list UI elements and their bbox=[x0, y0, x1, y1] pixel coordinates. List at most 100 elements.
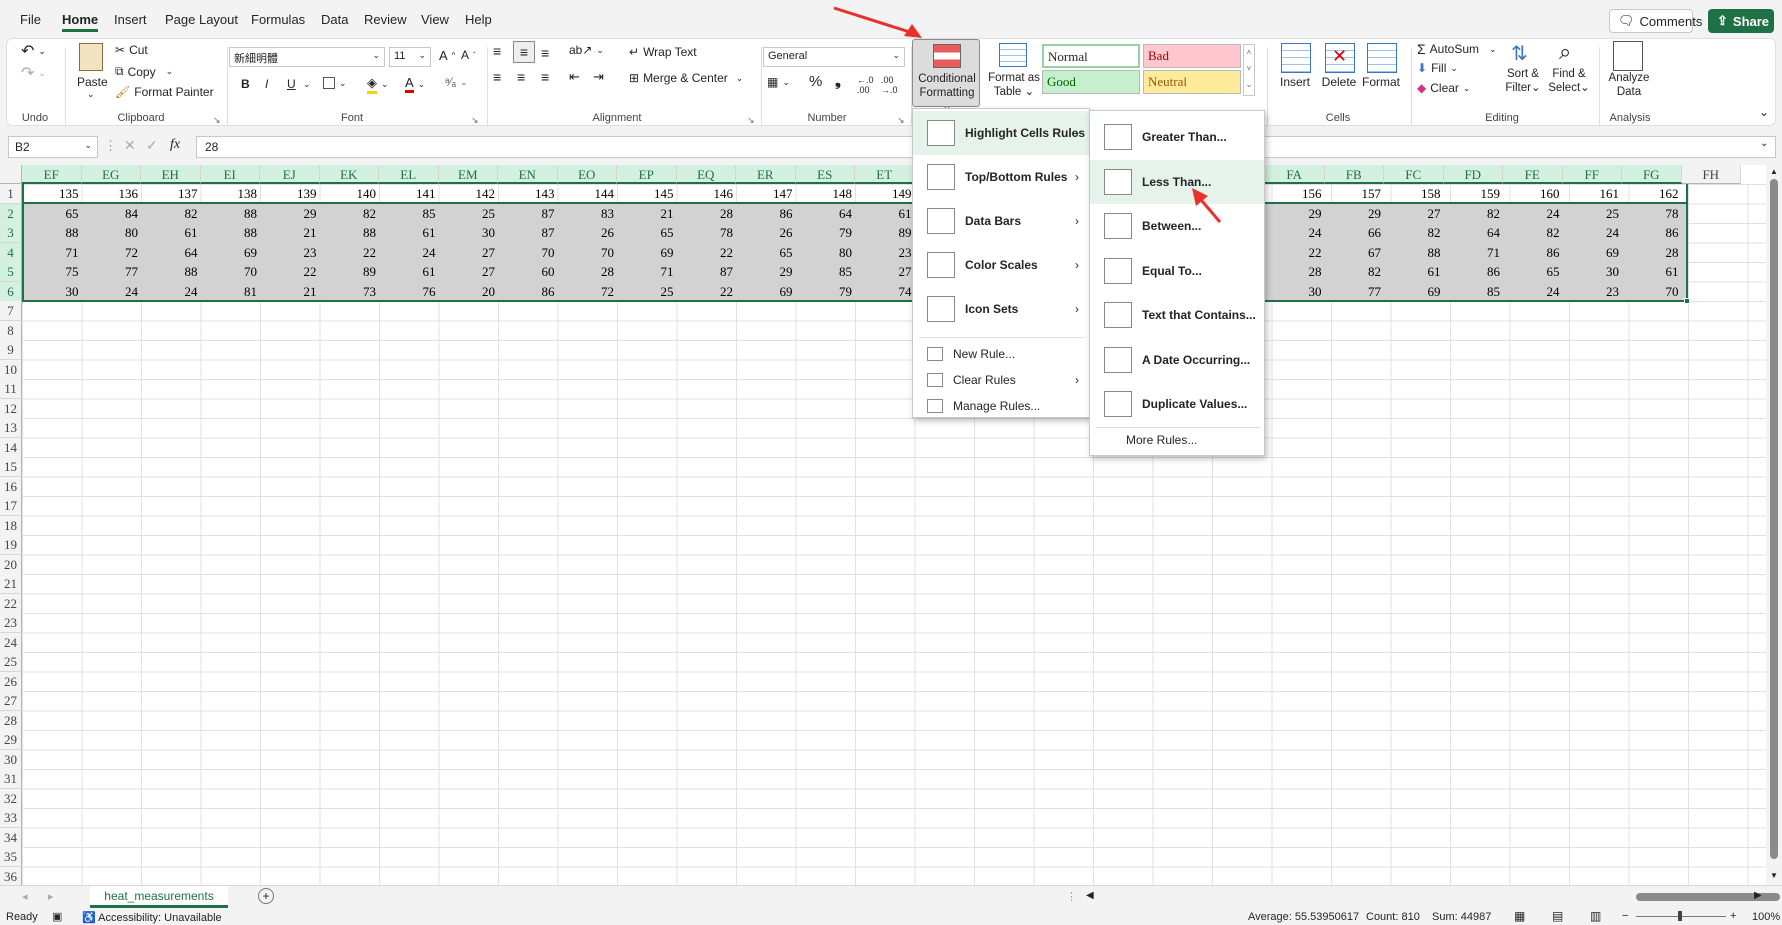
cell[interactable]: 88 bbox=[22, 223, 82, 242]
row-header[interactable]: 29 bbox=[0, 730, 22, 750]
cell[interactable]: 65 bbox=[1503, 262, 1563, 281]
more-options-icon[interactable]: ⋮ bbox=[104, 138, 117, 154]
cell[interactable]: 85 bbox=[1444, 282, 1504, 301]
cell[interactable]: 24 bbox=[1503, 282, 1563, 301]
decrease-font-icon[interactable]: Aˇ bbox=[461, 48, 476, 62]
cell[interactable]: 148 bbox=[796, 184, 856, 203]
row-header[interactable]: 14 bbox=[0, 437, 22, 458]
align-right-icon[interactable]: ≡ bbox=[541, 69, 549, 85]
column-header[interactable]: EN bbox=[498, 165, 558, 184]
hcr-menu-item[interactable]: A Date Occurring... bbox=[1090, 338, 1264, 382]
row-header[interactable]: 22 bbox=[0, 593, 22, 614]
cf-menu-small-item[interactable]: New Rule... bbox=[913, 341, 1089, 367]
cell[interactable]: 82 bbox=[1325, 262, 1385, 281]
copy-button[interactable]: ⧉ Copy ⌄ bbox=[115, 64, 173, 79]
cell[interactable]: 30 bbox=[22, 282, 82, 301]
row-header[interactable]: 16 bbox=[0, 476, 22, 497]
cell[interactable]: 22 bbox=[677, 243, 737, 262]
row-header[interactable]: 9 bbox=[0, 340, 22, 360]
cell[interactable]: 30 bbox=[1563, 262, 1623, 281]
row-header[interactable]: 31 bbox=[0, 769, 22, 789]
tab-help[interactable]: Help bbox=[465, 12, 492, 27]
merge-center-button[interactable]: ⊞ Merge & Center ⌄ bbox=[629, 71, 743, 85]
dialog-launcher-icon[interactable]: ↘ bbox=[897, 115, 907, 125]
column-header[interactable]: FA bbox=[1265, 165, 1325, 184]
cell[interactable]: 23 bbox=[1563, 282, 1623, 301]
scroll-down-icon[interactable]: ▼ bbox=[1770, 871, 1778, 880]
row-header[interactable]: 5 bbox=[0, 262, 22, 282]
row-header[interactable]: 30 bbox=[0, 749, 22, 770]
collapse-ribbon-icon[interactable]: ⌄ bbox=[1759, 105, 1769, 119]
insert-function-icon[interactable]: fx bbox=[170, 137, 180, 153]
row-header[interactable]: 25 bbox=[0, 652, 22, 672]
cell[interactable]: 83 bbox=[558, 204, 618, 223]
more-rules-item[interactable]: More Rules... bbox=[1126, 433, 1197, 447]
decrease-indent-icon[interactable]: ⇤ bbox=[569, 69, 580, 85]
align-bottom-icon[interactable]: ≡ bbox=[541, 45, 549, 61]
sort-filter-button[interactable]: ⇅ Sort & Filter⌄ bbox=[1501, 39, 1545, 99]
cell[interactable]: 29 bbox=[260, 204, 320, 223]
underline-button[interactable]: U bbox=[287, 77, 296, 91]
cf-menu-item[interactable]: Data Bars › bbox=[913, 199, 1089, 243]
row-header[interactable]: 1 bbox=[0, 184, 22, 204]
cell[interactable]: 24 bbox=[1503, 204, 1563, 223]
row-header[interactable]: 24 bbox=[0, 632, 22, 653]
cell[interactable]: 70 bbox=[1622, 282, 1682, 301]
cell[interactable]: 23 bbox=[260, 243, 320, 262]
wrap-text-button[interactable]: ↵ Wrap Text bbox=[629, 45, 697, 59]
column-header[interactable]: EK bbox=[319, 165, 379, 184]
style-good[interactable]: Good bbox=[1042, 70, 1140, 94]
row-header[interactable]: 33 bbox=[0, 808, 22, 828]
cell[interactable]: 158 bbox=[1384, 184, 1444, 203]
column-header[interactable]: FB bbox=[1324, 165, 1384, 184]
font-name-select[interactable]: 新細明體 ⌄ bbox=[229, 47, 385, 67]
column-header[interactable]: EI bbox=[200, 165, 260, 184]
style-normal[interactable]: Normal bbox=[1042, 44, 1140, 68]
scroll-right-icon[interactable]: ▶ bbox=[1754, 890, 1762, 901]
cell[interactable]: 87 bbox=[677, 262, 737, 281]
fill-button[interactable]: ⬇ Fill ⌄ bbox=[1417, 61, 1458, 75]
cell[interactable]: 22 bbox=[1265, 243, 1325, 262]
row-header[interactable]: 23 bbox=[0, 613, 22, 633]
zoom-slider-thumb[interactable] bbox=[1678, 911, 1682, 921]
row-header[interactable]: 11 bbox=[0, 379, 22, 399]
cell[interactable]: 69 bbox=[736, 282, 796, 301]
find-select-button[interactable]: ⌕ Find & Select⌄ bbox=[1547, 39, 1591, 99]
cell[interactable]: 157 bbox=[1325, 184, 1385, 203]
dialog-launcher-icon[interactable]: ↘ bbox=[213, 115, 223, 125]
cell[interactable]: 24 bbox=[141, 282, 201, 301]
cf-menu-item[interactable]: Top/Bottom Rules › bbox=[913, 155, 1089, 199]
cell[interactable]: 156 bbox=[1265, 184, 1325, 203]
number-format-select[interactable]: General ⌄ bbox=[763, 47, 905, 67]
cell[interactable]: 147 bbox=[736, 184, 796, 203]
font-size-select[interactable]: 11 ⌄ bbox=[389, 47, 431, 67]
cell[interactable]: 69 bbox=[201, 243, 261, 262]
cell[interactable]: 61 bbox=[1384, 262, 1444, 281]
cell[interactable]: 73 bbox=[320, 282, 380, 301]
cell[interactable]: 23 bbox=[855, 243, 915, 262]
cell[interactable]: 64 bbox=[141, 243, 201, 262]
fill-color-button[interactable]: ◈ ⌄ bbox=[367, 75, 389, 94]
cf-menu-small-item[interactable]: Manage Rules... bbox=[913, 393, 1089, 419]
cell[interactable]: 79 bbox=[796, 282, 856, 301]
cell[interactable]: 86 bbox=[736, 204, 796, 223]
cell[interactable]: 60 bbox=[498, 262, 558, 281]
row-header[interactable]: 36 bbox=[0, 866, 22, 885]
cell[interactable]: 71 bbox=[1444, 243, 1504, 262]
cell[interactable]: 145 bbox=[617, 184, 677, 203]
cell[interactable]: 82 bbox=[141, 204, 201, 223]
styles-gallery-scroll[interactable]: ˄ ˅ ⌄ bbox=[1243, 44, 1255, 96]
cell[interactable]: 88 bbox=[141, 262, 201, 281]
cell[interactable]: 82 bbox=[1444, 204, 1504, 223]
cell[interactable]: 25 bbox=[1563, 204, 1623, 223]
cell[interactable]: 65 bbox=[736, 243, 796, 262]
column-header[interactable]: EH bbox=[141, 165, 201, 184]
row-header[interactable]: 35 bbox=[0, 847, 22, 867]
cell[interactable]: 88 bbox=[201, 204, 261, 223]
cell[interactable]: 27 bbox=[439, 243, 499, 262]
increase-indent-icon[interactable]: ⇥ bbox=[593, 69, 604, 85]
delete-cells-button[interactable]: ✕ Delete bbox=[1317, 39, 1361, 99]
cell[interactable]: 159 bbox=[1444, 184, 1504, 203]
cell[interactable]: 71 bbox=[22, 243, 82, 262]
comma-style-icon[interactable]: ❟ bbox=[835, 73, 841, 90]
